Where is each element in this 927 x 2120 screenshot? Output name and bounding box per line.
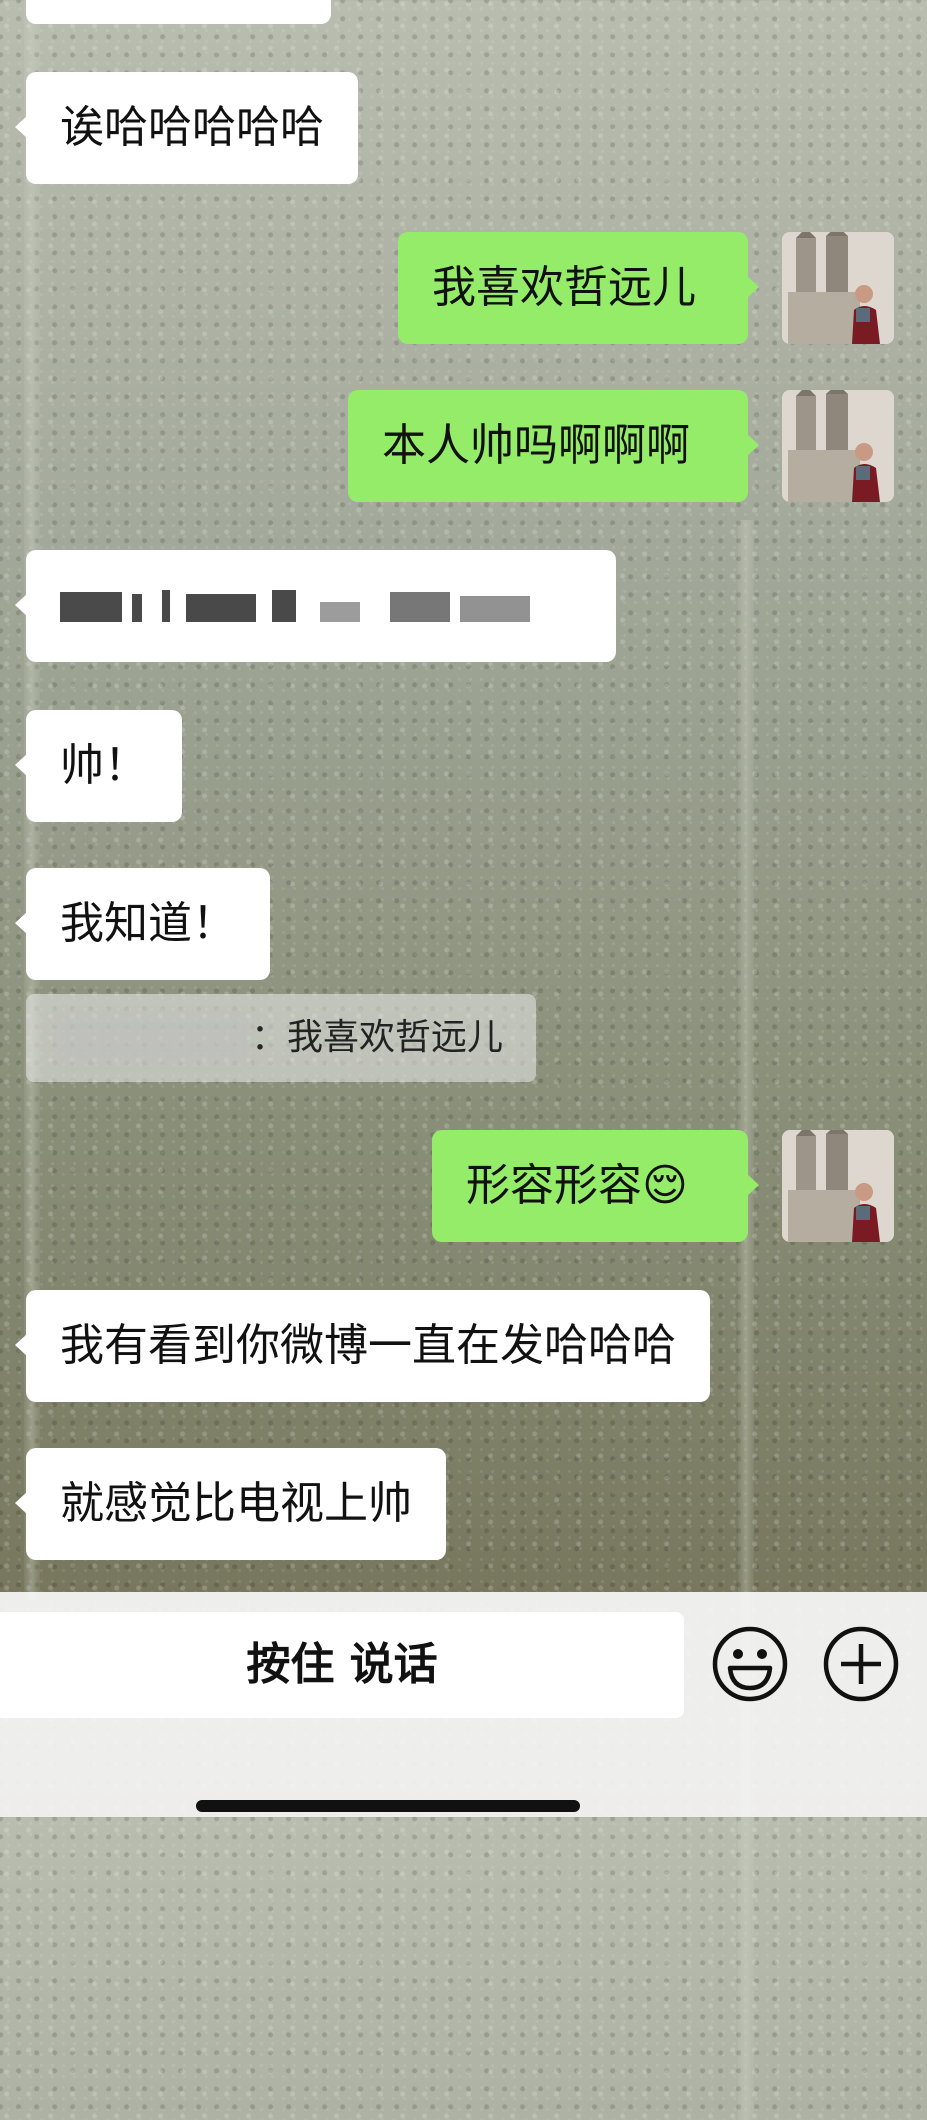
quote-separator: ： (251, 1017, 288, 1058)
outgoing-message[interactable]: 我喜欢哲远儿 (398, 232, 759, 344)
hold-to-talk-button[interactable]: 按住 说话 (0, 1612, 684, 1718)
quoted-sender-blurred (56, 1017, 251, 1061)
outgoing-message[interactable]: 本人帅吗啊啊啊 (348, 390, 759, 502)
background-streak (738, 520, 754, 2120)
incoming-message[interactable]: 就感觉比电视上帅 (15, 1448, 446, 1560)
incoming-message[interactable]: 我有看到你微博一直在发哈哈哈 (15, 1290, 710, 1402)
incoming-message[interactable]: 帅！ (15, 710, 182, 822)
emoji-icon[interactable] (710, 1624, 790, 1704)
home-indicator (196, 1800, 580, 1812)
incoming-message[interactable]: 我知道！ (15, 868, 270, 980)
incoming-message[interactable]: 诶哈哈哈哈哈 (15, 72, 358, 184)
redacted-content (60, 590, 530, 622)
input-bar: 按住 说话 (0, 1592, 927, 1817)
quote-text: 我喜欢哲远儿 (287, 1017, 504, 1058)
user-avatar[interactable] (782, 232, 894, 344)
quoted-reply[interactable]: ：我喜欢哲远儿 (26, 994, 536, 1082)
partial-incoming-bubble[interactable] (26, 0, 331, 24)
user-avatar[interactable] (782, 390, 894, 502)
plus-icon[interactable] (821, 1624, 901, 1704)
user-avatar[interactable] (782, 1130, 894, 1242)
redacted-message[interactable] (15, 550, 616, 662)
outgoing-message[interactable]: 形容形容😌 (432, 1130, 759, 1242)
